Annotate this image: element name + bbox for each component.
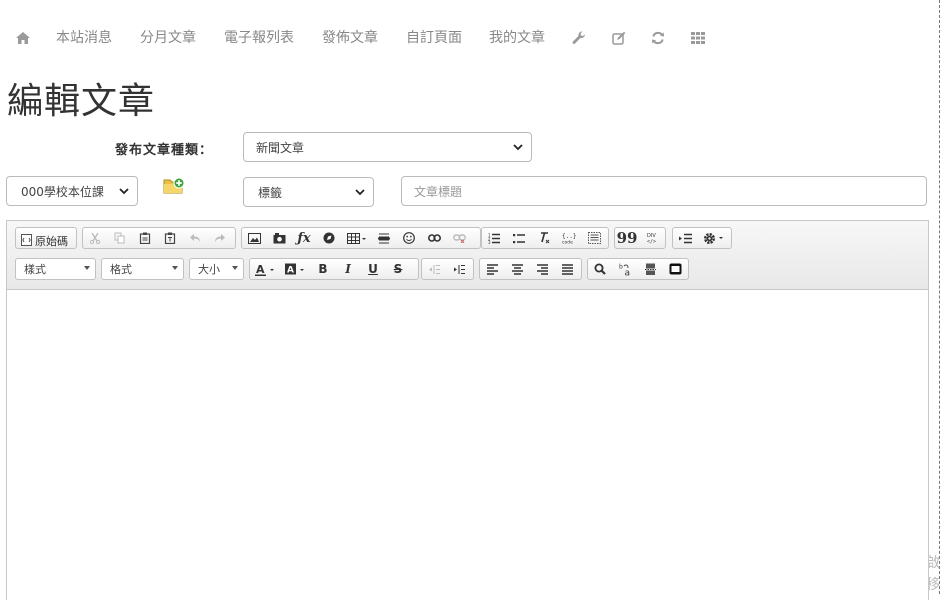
source-code-icon [21, 231, 32, 250]
page-right-border [939, 0, 940, 594]
bold-icon[interactable]: B [314, 261, 332, 277]
align-right-icon[interactable] [533, 261, 551, 277]
toolbar-group-insert: ƒx [241, 227, 481, 249]
source-button-label: 原始碼 [35, 234, 68, 248]
numbered-list-icon[interactable]: 123 [485, 230, 503, 246]
unit-select[interactable]: 000學校本位課 [6, 176, 138, 206]
font-size-combo-label: 大小 [198, 263, 220, 276]
nav-link-news[interactable]: 本站消息 [56, 29, 112, 47]
undo-icon[interactable] [186, 230, 204, 246]
replace-icon[interactable]: ba [616, 261, 634, 277]
blockquote-icon[interactable]: 99 [617, 229, 638, 247]
bulleted-list-icon[interactable] [510, 230, 528, 246]
svg-text:a: a [624, 268, 630, 276]
nav-link-newsletter[interactable]: 電子報列表 [224, 29, 294, 47]
paste-icon[interactable] [136, 230, 154, 246]
format-combo-label: 格式 [110, 263, 132, 276]
smiley-icon[interactable] [400, 230, 418, 246]
nav-link-publish[interactable]: 發佈文章 [322, 29, 378, 47]
chevron-down-icon [355, 185, 365, 199]
page-title: 編輯文章 [7, 81, 156, 122]
align-center-icon[interactable] [508, 261, 526, 277]
code-snippet-icon[interactable]: {..} code [560, 230, 578, 246]
redo-icon[interactable] [211, 230, 229, 246]
indent-icon[interactable] [450, 261, 468, 277]
rich-text-editor: 原始碼 ƒx 123 {..} code 99 DIV </> 樣式 格式 大小… [6, 220, 929, 600]
combo-arrow-icon [172, 266, 178, 270]
style-combo-label: 樣式 [24, 263, 46, 276]
article-title-input[interactable]: 文章標題 [401, 176, 927, 206]
chevron-down-icon [513, 140, 523, 154]
toolbar-group-align [479, 258, 582, 280]
svg-text:b: b [619, 263, 623, 270]
link-icon[interactable] [425, 230, 443, 246]
unit-select-value: 000學校本位課 [21, 184, 104, 199]
horizontal-rule-icon[interactable] [375, 230, 393, 246]
text-color-icon[interactable]: A [253, 261, 281, 277]
tag-select[interactable]: 標籤 [243, 177, 374, 207]
formula-icon[interactable]: ƒx [295, 230, 313, 246]
combo-arrow-icon [84, 266, 90, 270]
toolbar-group-tools [672, 227, 732, 249]
home-icon[interactable] [12, 27, 34, 49]
svg-text:3: 3 [488, 240, 491, 244]
settings-gear-icon[interactable] [701, 230, 727, 246]
font-size-combo[interactable]: 大小 [189, 258, 244, 280]
add-folder-icon[interactable] [163, 177, 185, 199]
align-justify-icon[interactable] [558, 261, 576, 277]
toolbar-group-find: ba [587, 258, 689, 280]
svg-text:A: A [287, 265, 294, 275]
refresh-icon[interactable] [647, 27, 669, 49]
outdent-icon[interactable] [425, 261, 443, 277]
toolbar-group-lists: 123 {..} code [481, 227, 609, 249]
editor-content-area[interactable] [7, 290, 928, 600]
svg-text:{..}: {..} [562, 233, 576, 240]
source-button[interactable]: 原始碼 [15, 227, 77, 249]
div-container-icon[interactable]: DIV </> [643, 230, 661, 246]
search-icon[interactable] [591, 261, 609, 277]
nav-link-monthly[interactable]: 分月文章 [140, 29, 196, 47]
toolbar-group-blocks: 99 DIV </> [614, 227, 666, 249]
category-select-value: 新聞文章 [256, 140, 305, 155]
remove-format-icon[interactable] [535, 230, 553, 246]
chevron-down-icon [119, 184, 129, 198]
editor-toolbar: 原始碼 ƒx 123 {..} code 99 DIV </> 樣式 格式 大小… [7, 221, 928, 290]
cut-icon[interactable] [86, 230, 104, 246]
copy-icon[interactable] [111, 230, 129, 246]
svg-text:code: code [562, 240, 573, 245]
category-select[interactable]: 新聞文章 [243, 132, 532, 162]
nav-link-custom-pages[interactable]: 自訂頁面 [406, 29, 462, 47]
flash-media-icon[interactable] [270, 230, 288, 246]
format-combo[interactable]: 格式 [101, 258, 184, 280]
page-break-icon[interactable] [641, 261, 659, 277]
toolbar-group-clipboard [82, 227, 236, 249]
table-icon[interactable] [345, 230, 369, 246]
background-color-icon[interactable]: A [283, 261, 311, 277]
toolbar-group-indent [421, 258, 474, 280]
align-left-icon[interactable] [483, 261, 501, 277]
svg-text:</>: </> [647, 239, 656, 244]
svg-text:A: A [256, 263, 265, 276]
indent-list-icon[interactable] [676, 230, 694, 246]
iframe-icon[interactable] [320, 230, 338, 246]
apps-grid-icon[interactable] [687, 27, 709, 49]
strikethrough-icon[interactable]: S [389, 261, 407, 277]
toolbar-group-text-style: A A B I U S [249, 258, 419, 280]
nav-link-my-articles[interactable]: 我的文章 [489, 29, 545, 47]
image-icon[interactable] [245, 230, 263, 246]
paste-text-icon[interactable] [161, 230, 179, 246]
tag-select-value: 標籤 [258, 185, 283, 200]
show-blocks-icon[interactable] [585, 230, 603, 246]
unlink-icon[interactable] [450, 230, 468, 246]
article-title-placeholder: 文章標題 [414, 184, 463, 199]
underline-icon[interactable]: U [364, 261, 382, 277]
edit-icon[interactable] [608, 27, 630, 49]
combo-arrow-icon [232, 266, 238, 270]
wrench-icon[interactable] [568, 27, 590, 49]
style-combo[interactable]: 樣式 [15, 258, 96, 280]
italic-icon[interactable]: I [339, 261, 357, 277]
category-label: 發布文章種類： [115, 143, 214, 158]
maximize-icon[interactable] [666, 261, 684, 277]
